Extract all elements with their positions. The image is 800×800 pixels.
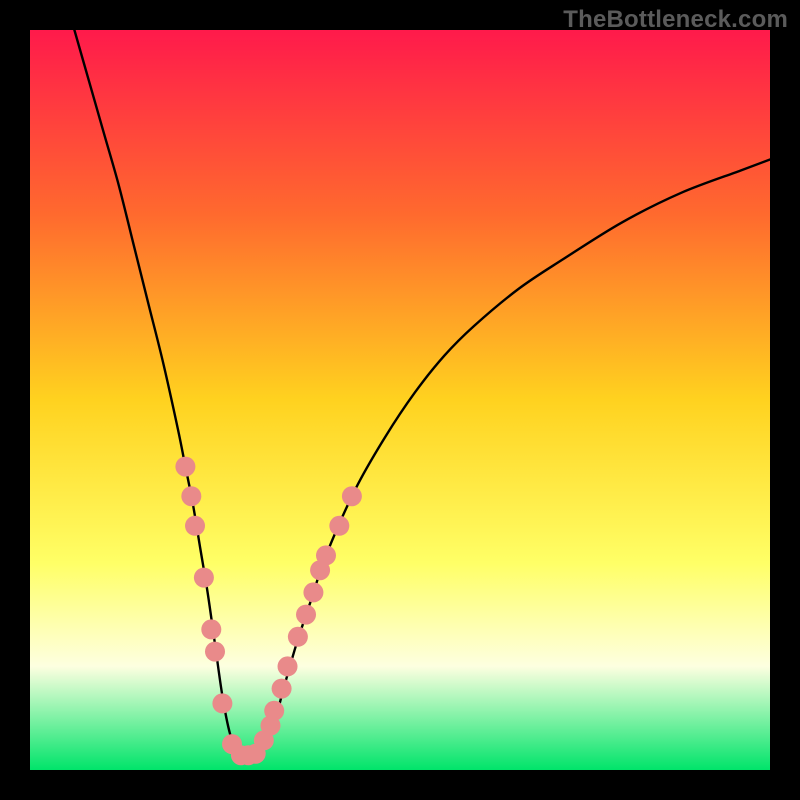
curve-marker [185, 516, 205, 536]
curve-marker [181, 486, 201, 506]
plot-svg [30, 30, 770, 770]
curve-marker [264, 701, 284, 721]
curve-marker [205, 642, 225, 662]
plot-area [30, 30, 770, 770]
curve-marker [278, 656, 298, 676]
curve-marker [201, 619, 221, 639]
chart-frame: TheBottleneck.com [0, 0, 800, 800]
curve-marker [296, 605, 316, 625]
curve-marker [272, 679, 292, 699]
curve-marker [288, 627, 308, 647]
curve-marker [316, 545, 336, 565]
gradient-background [30, 30, 770, 770]
curve-marker [194, 568, 214, 588]
curve-marker [175, 457, 195, 477]
curve-marker [212, 693, 232, 713]
curve-marker [342, 486, 362, 506]
curve-marker [303, 582, 323, 602]
curve-marker [329, 516, 349, 536]
